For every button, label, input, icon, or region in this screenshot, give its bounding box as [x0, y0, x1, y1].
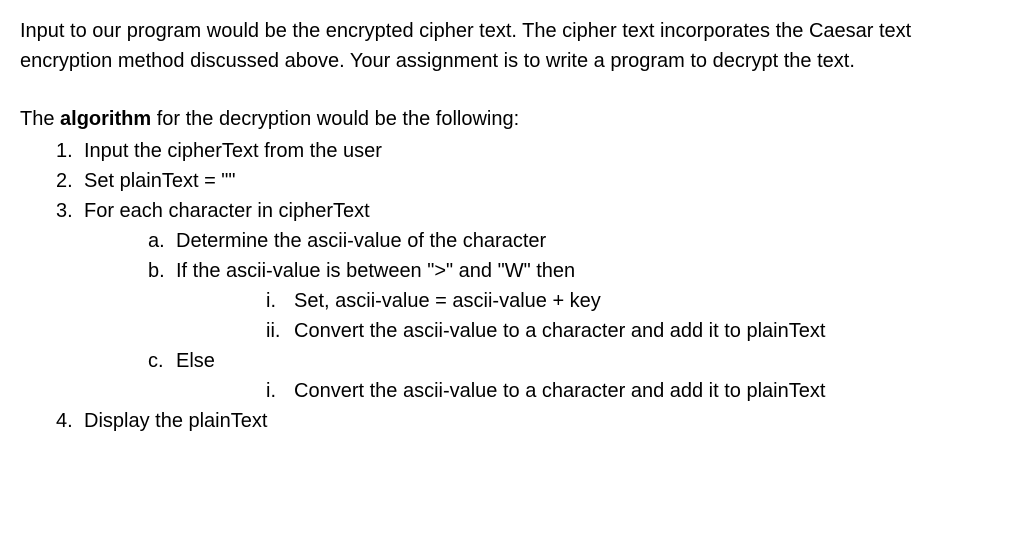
step-4: Display the plainText [56, 406, 1004, 436]
heading-suffix: for the decryption would be the followin… [151, 108, 519, 130]
step-3c-i: Convert the ascii-value to a character a… [266, 376, 1004, 406]
intro-paragraph: Input to our program would be the encryp… [20, 16, 1004, 76]
step-3b-substeps: Set, ascii-value = ascii-value + key Con… [176, 286, 1004, 346]
step-3c-substeps: Convert the ascii-value to a character a… [176, 376, 1004, 406]
step-3a: Determine the ascii-value of the charact… [148, 226, 1004, 256]
step-3: For each character in cipherText Determi… [56, 196, 1004, 406]
step-3-text: For each character in cipherText [84, 200, 370, 222]
heading-bold: algorithm [60, 108, 151, 130]
step-2: Set plainText = "" [56, 166, 1004, 196]
step-3c-text: Else [176, 350, 215, 372]
step-3b-i: Set, ascii-value = ascii-value + key [266, 286, 1004, 316]
step-3b-text: If the ascii-value is between ">" and "W… [176, 260, 575, 282]
step-3c: Else Convert the ascii-value to a charac… [148, 346, 1004, 406]
heading-prefix: The [20, 108, 60, 130]
step-3b-ii: Convert the ascii-value to a character a… [266, 316, 1004, 346]
algorithm-steps: Input the cipherText from the user Set p… [20, 136, 1004, 436]
step-3-substeps: Determine the ascii-value of the charact… [84, 226, 1004, 406]
step-1: Input the cipherText from the user [56, 136, 1004, 166]
algorithm-heading: The algorithm for the decryption would b… [20, 104, 1004, 134]
step-3b: If the ascii-value is between ">" and "W… [148, 256, 1004, 346]
